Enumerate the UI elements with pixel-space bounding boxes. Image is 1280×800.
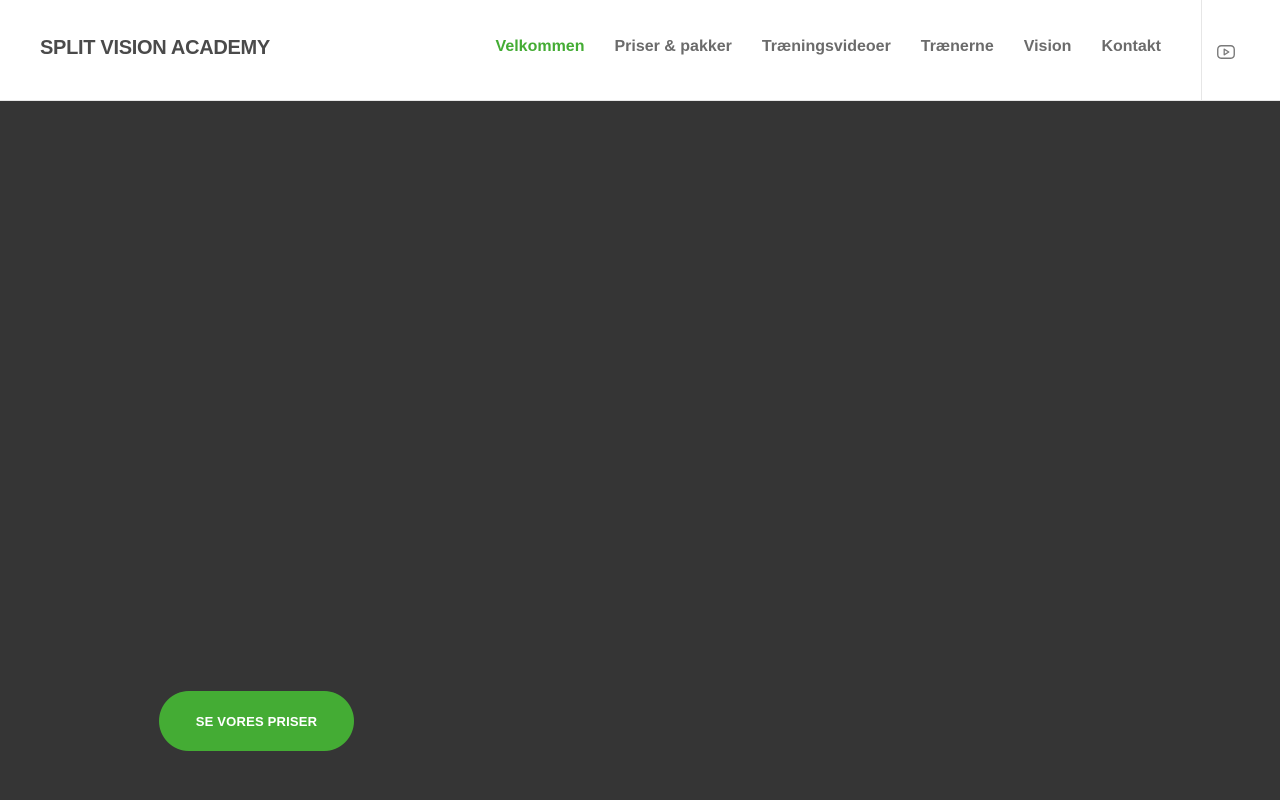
- nav-item-velkommen[interactable]: Velkommen: [496, 38, 585, 56]
- nav-item-traeningsvideoer[interactable]: Træningsvideoer: [762, 38, 891, 56]
- see-prices-button[interactable]: SE VORES PRISER: [159, 691, 354, 751]
- site-header: SPLIT VISION ACADEMY Velkommen Priser & …: [0, 0, 1280, 101]
- header-divider: [1201, 0, 1202, 100]
- main-nav: Velkommen Priser & pakker Træningsvideoe…: [496, 38, 1161, 56]
- nav-item-vision[interactable]: Vision: [1024, 38, 1072, 56]
- youtube-icon[interactable]: [1215, 43, 1237, 61]
- nav-item-kontakt[interactable]: Kontakt: [1101, 38, 1161, 56]
- site-logo[interactable]: SPLIT VISION ACADEMY: [40, 37, 270, 60]
- nav-item-traenerne[interactable]: Trænerne: [921, 38, 994, 56]
- nav-item-priser-pakker[interactable]: Priser & pakker: [614, 38, 731, 56]
